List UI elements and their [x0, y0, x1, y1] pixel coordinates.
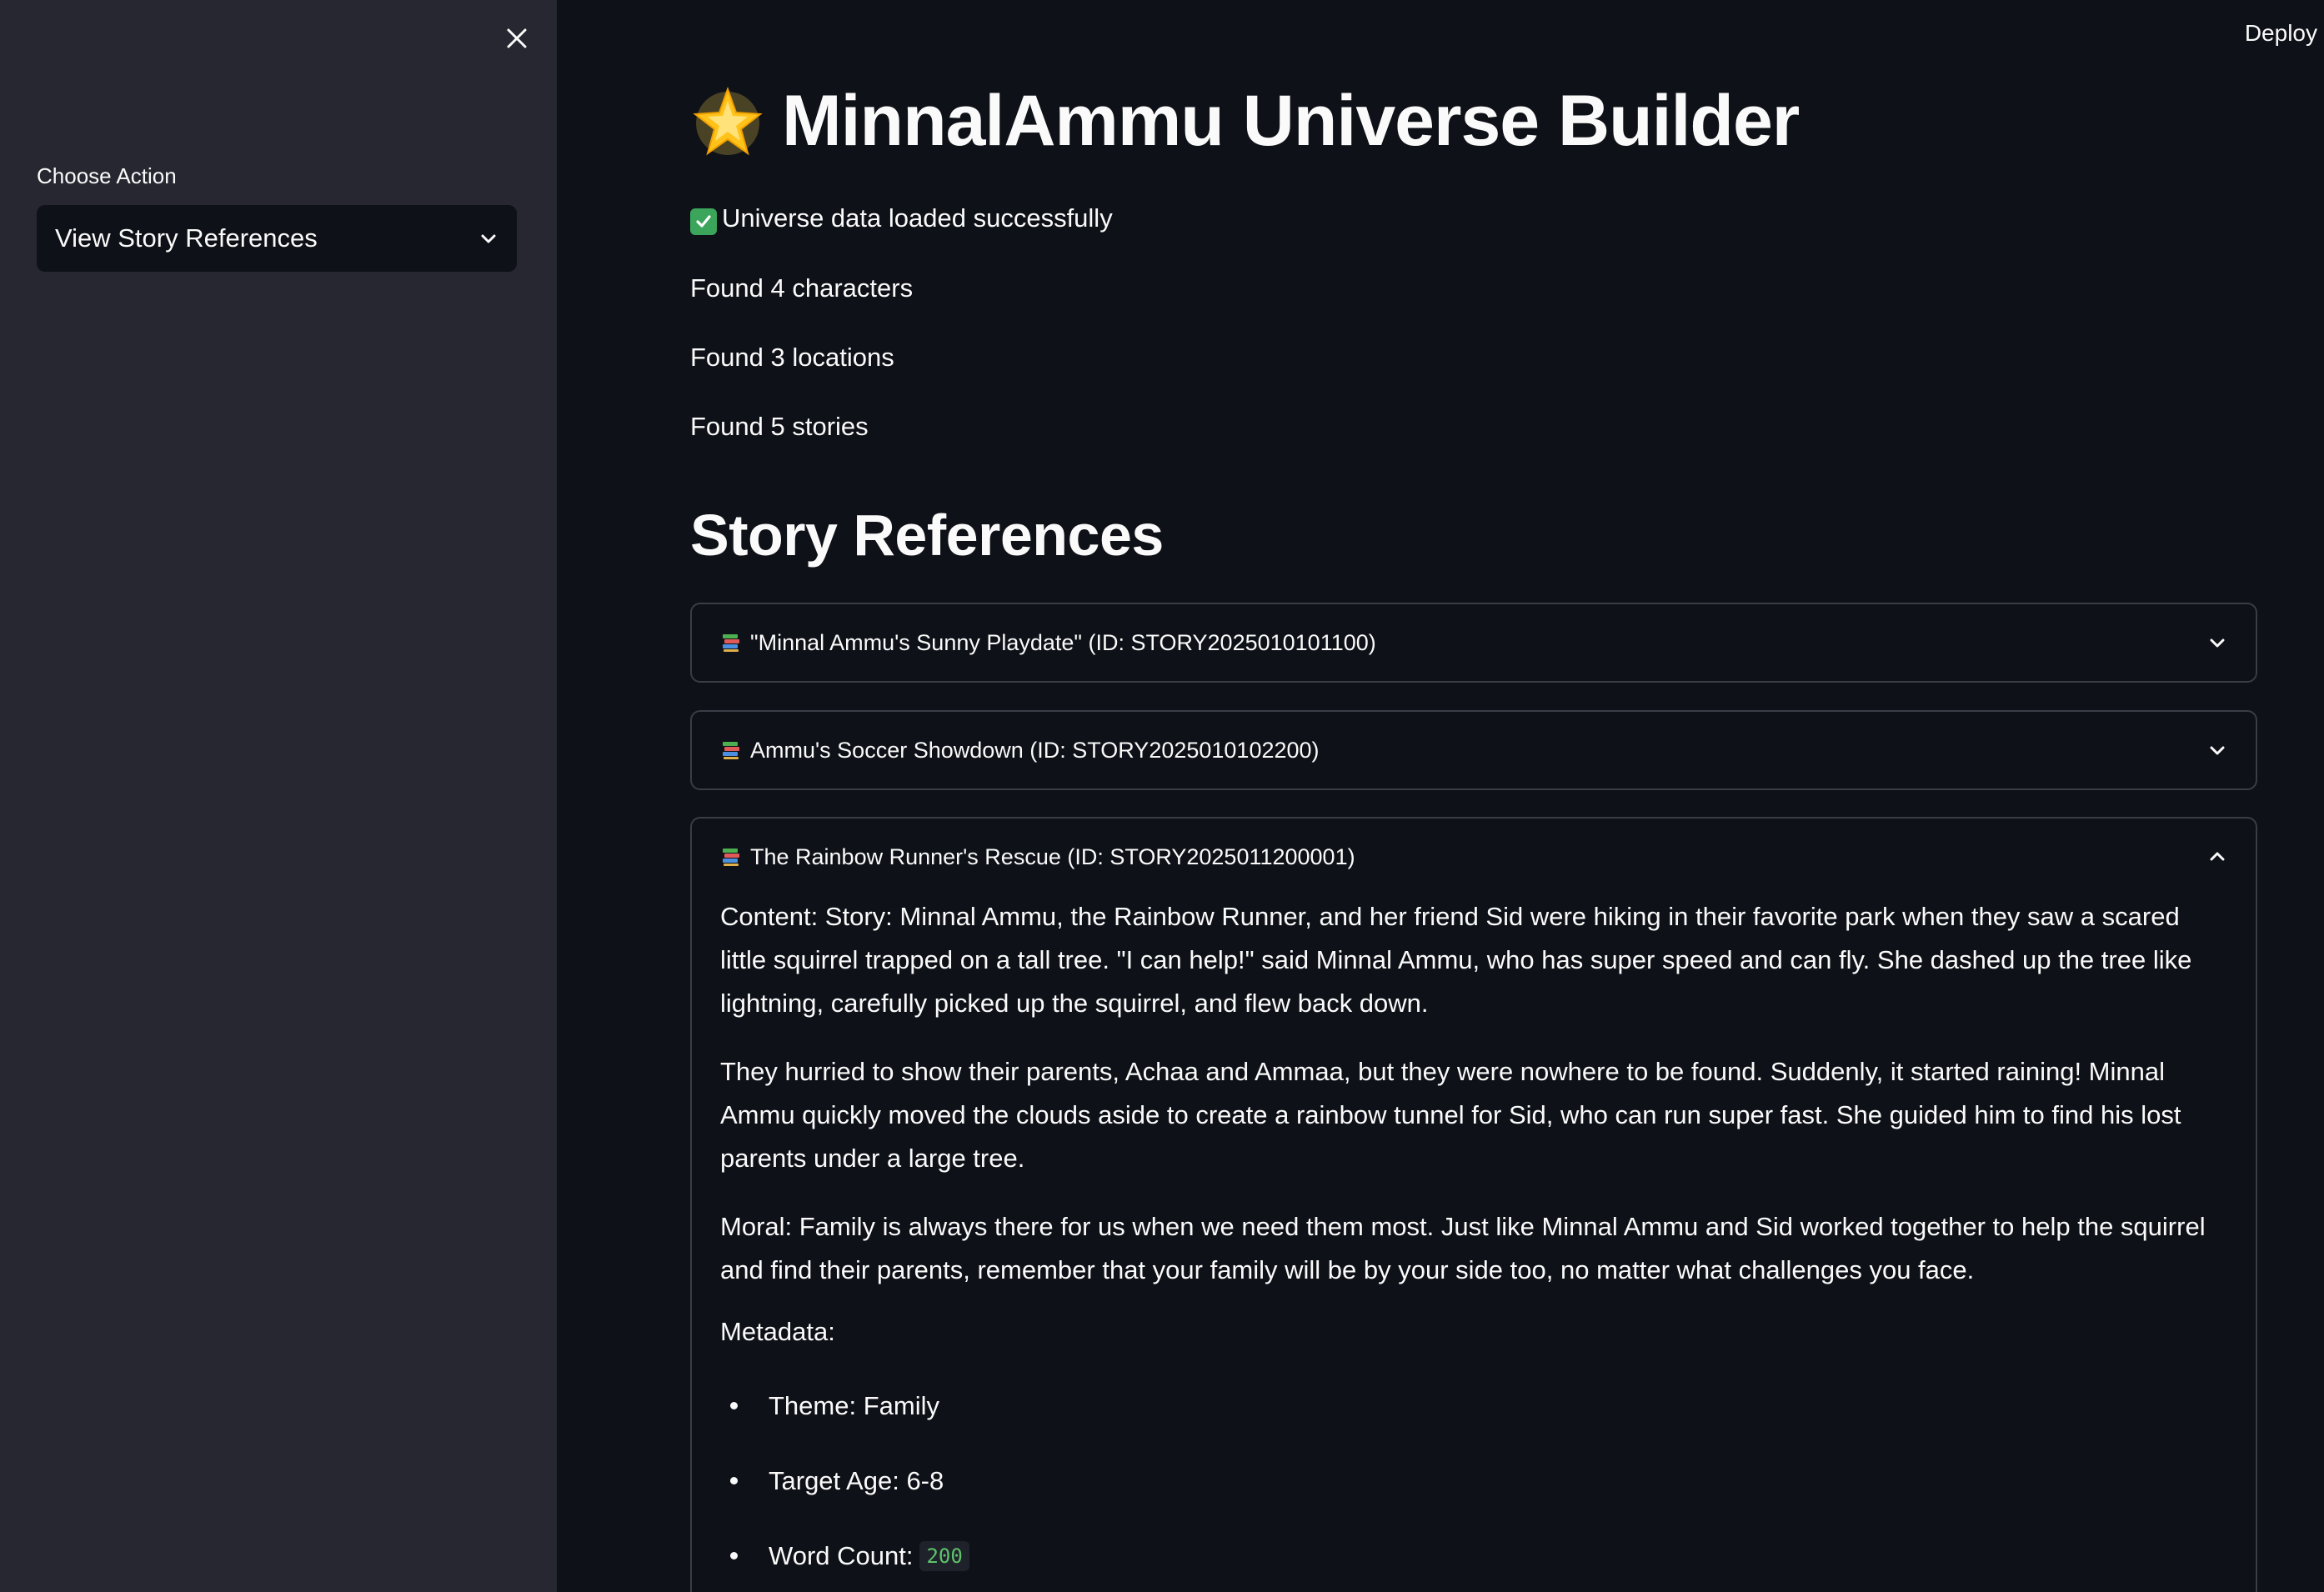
page-title: MinnalAmmu Universe Builder: [690, 80, 1800, 163]
app-root: Choose Action View Story References Depl…: [0, 0, 2324, 1592]
story-content-paragraph: They hurried to show their parents, Acha…: [720, 1057, 2181, 1173]
chevron-down-icon: [2210, 638, 2225, 648]
metadata-label: Metadata:: [720, 1317, 835, 1346]
story-expander-title: Ammu's Soccer Showdown (ID: STORY2025010…: [720, 738, 1320, 763]
sidebar: Choose Action View Story References: [0, 0, 557, 1592]
story-expander: Ammu's Soccer Showdown (ID: STORY2025010…: [690, 710, 2257, 790]
glowing-star-icon: [690, 84, 765, 159]
stat-characters: Found 4 characters: [690, 273, 914, 303]
word-count-label: Word Count:: [769, 1541, 914, 1570]
main-content: MinnalAmmu Universe Builder Universe dat…: [690, 0, 2257, 1592]
chevron-up-icon: [2210, 852, 2225, 861]
books-icon: [720, 632, 742, 653]
story-title-text: The Rainbow Runner's Rescue (ID: STORY20…: [750, 844, 1355, 869]
story-expander-header[interactable]: "Minnal Ammu's Sunny Playdate" (ID: STOR…: [692, 604, 2256, 681]
metadata-list: Theme: Family Target Age: 6-8 Word Count…: [720, 1369, 2227, 1592]
books-icon: [720, 739, 742, 761]
metadata-target-age: Target Age: 6-8: [720, 1444, 2227, 1519]
story-expander-title: The Rainbow Runner's Rescue (ID: STORY20…: [720, 844, 1355, 870]
metadata-theme: Theme: Family: [720, 1369, 2227, 1444]
books-icon: [720, 846, 742, 868]
story-expander-title: "Minnal Ammu's Sunny Playdate" (ID: STOR…: [720, 630, 1376, 656]
stat-stories: Found 5 stories: [690, 412, 869, 441]
story-content-paragraph: Content: Story: Minnal Ammu, the Rainbow…: [720, 902, 2192, 1018]
story-title-text: Ammu's Soccer Showdown (ID: STORY2025010…: [750, 737, 1320, 763]
story-title-text: "Minnal Ammu's Sunny Playdate" (ID: STOR…: [750, 629, 1376, 655]
story-expander-body: Content: Story: Minnal Ammu, the Rainbow…: [692, 895, 2256, 1592]
action-select-value: View Story References: [55, 223, 318, 253]
page-title-text: MinnalAmmu Universe Builder: [782, 81, 1800, 161]
word-count-value: 200: [919, 1541, 969, 1571]
success-message: Universe data loaded successfully: [690, 203, 1113, 235]
check-mark-icon: [690, 208, 717, 235]
chevron-down-icon: [2210, 746, 2225, 755]
close-sidebar-button[interactable]: [498, 20, 535, 57]
success-message-text: Universe data loaded successfully: [722, 203, 1113, 233]
stat-locations: Found 3 locations: [690, 343, 894, 372]
chevron-down-icon: [481, 234, 496, 243]
close-icon: [507, 28, 527, 48]
story-expander-header[interactable]: Ammu's Soccer Showdown (ID: STORY2025010…: [692, 712, 2256, 788]
story-expander: "Minnal Ammu's Sunny Playdate" (ID: STOR…: [690, 603, 2257, 683]
section-title: Story References: [690, 503, 1164, 568]
metadata-word-count: Word Count: 200: [720, 1519, 2227, 1592]
choose-action-label: Choose Action: [37, 163, 177, 188]
story-moral-paragraph: Moral: Family is always there for us whe…: [720, 1212, 2206, 1284]
action-select[interactable]: View Story References: [37, 205, 517, 272]
story-expander-expanded: The Rainbow Runner's Rescue (ID: STORY20…: [690, 817, 2257, 1592]
story-expander-header[interactable]: The Rainbow Runner's Rescue (ID: STORY20…: [692, 819, 2256, 895]
